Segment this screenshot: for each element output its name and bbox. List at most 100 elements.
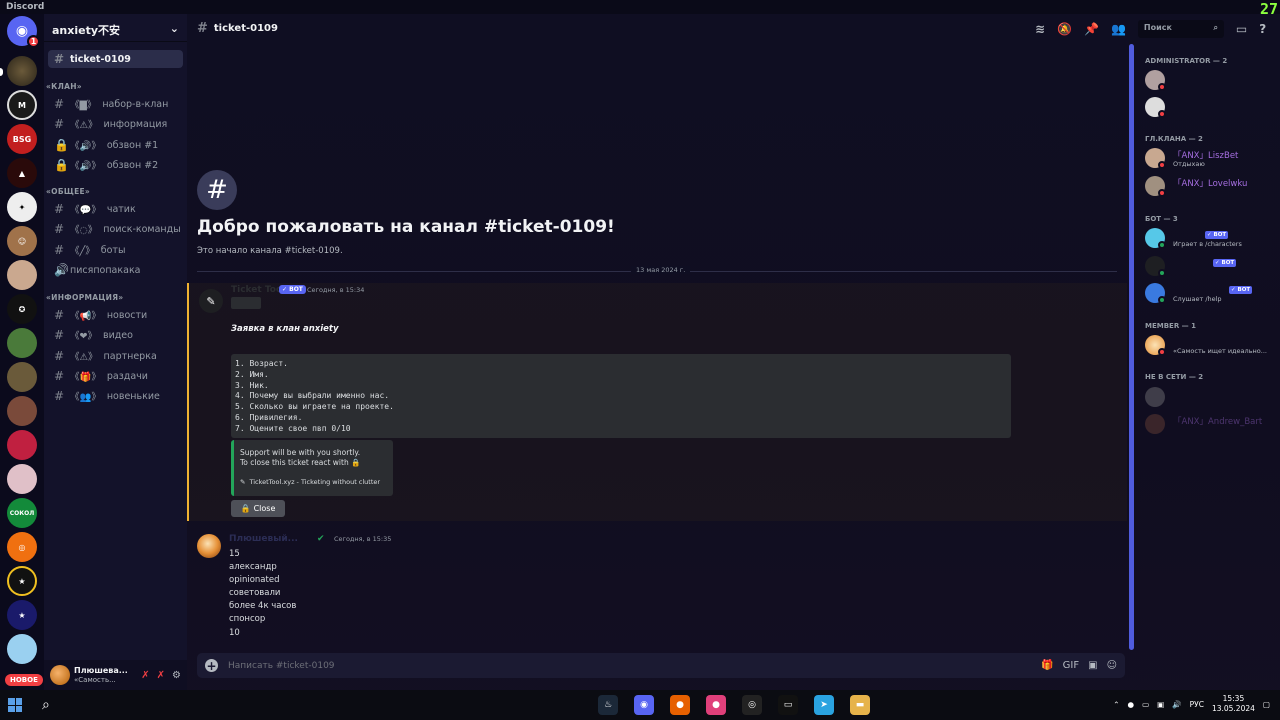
headphones-muted-icon[interactable]: ✗	[157, 670, 165, 681]
server-icon[interactable]	[7, 464, 37, 494]
avatar[interactable]	[50, 665, 70, 685]
mic-muted-icon[interactable]: ✗	[141, 670, 149, 681]
avatar[interactable]	[197, 534, 221, 558]
channel-item[interactable]: # 《▇》 набор-в-клан	[48, 95, 183, 113]
windows-start-icon[interactable]	[8, 698, 22, 712]
chat-area: # ticket-0109 ≋ 🔕 📌 👥 Поиск ⌕ ▭ ? # Добро…	[187, 14, 1266, 690]
language-indicator[interactable]: РУС	[1190, 700, 1204, 709]
home-button[interactable]: ◉ 1	[7, 16, 40, 48]
server-icon[interactable]	[7, 634, 37, 664]
sticker-icon[interactable]: ▣	[1088, 660, 1097, 671]
server-icon[interactable]: ☺	[7, 226, 37, 256]
taskbar: ⌕ ♨ ◉ ● ● ◎ ▭ ➤ ▬ ⌃ ● ▭ ▣ 🔊 РУС 15:35 13.…	[0, 690, 1280, 720]
channel-item[interactable]: # 《⚠》 информация	[48, 115, 183, 133]
close-ticket-button[interactable]: 🔒 Close	[231, 500, 285, 517]
monitor-icon[interactable]: ▭	[1142, 700, 1149, 709]
chat-scrollbar[interactable]	[1129, 44, 1134, 650]
discord-icon[interactable]: ◉	[634, 695, 654, 715]
member-item[interactable]	[1145, 387, 1275, 409]
app-title: Discord	[6, 2, 45, 12]
gear-icon[interactable]: ⚙	[172, 670, 181, 681]
threads-icon[interactable]: ≋	[1035, 22, 1045, 36]
gift-icon[interactable]: 🎁	[1041, 660, 1053, 671]
member-item[interactable]: ✓ BOT Играет в /characters	[1145, 228, 1275, 250]
folder-icon[interactable]: ▬	[850, 695, 870, 715]
help-icon[interactable]: ?	[1259, 22, 1266, 36]
ticket-embed: Support will be with you shortly. To clo…	[231, 440, 393, 496]
clock[interactable]: 15:35 13.05.2024	[1212, 694, 1255, 714]
channel-item[interactable]: 🔒 《🔊》 обзвон #1	[48, 136, 183, 154]
server-icon[interactable]	[7, 396, 37, 426]
volume-icon[interactable]: 🔊	[1172, 700, 1181, 709]
server-name: anxiety不安	[52, 24, 121, 37]
category-clan[interactable]: «КЛАН»	[46, 82, 82, 91]
member-item[interactable]: «Самость ищет идеально...	[1145, 335, 1275, 357]
server-icon[interactable]: ▲	[7, 158, 37, 188]
member-item[interactable]	[1145, 97, 1275, 119]
category-general[interactable]: «ОБЩЕЕ»	[46, 187, 90, 196]
search-input[interactable]: Поиск ⌕	[1137, 20, 1224, 38]
user-panel: Плюшева... «Самость... ✗ ✗ ⚙	[44, 660, 187, 690]
server-icon[interactable]: BSG	[7, 124, 37, 154]
gif-icon[interactable]: GIF	[1063, 660, 1079, 671]
server-icon[interactable]: ✦	[7, 192, 37, 222]
member-item[interactable]: ✓ BOT	[1145, 256, 1275, 278]
discord-window: Discord 27 ◉ 1 M BSG ▲ ✦ ☺ ✪ СОКОЛ ◎ ★ ★ …	[0, 0, 1280, 720]
chevron-down-icon: ⌄	[169, 22, 179, 35]
steam-icon[interactable]: ♨	[598, 695, 618, 715]
member-item[interactable]: 「ANX」LiszBet Отдыхаю	[1145, 148, 1275, 170]
home-badge: 1	[27, 35, 40, 48]
telegram-icon[interactable]: ➤	[814, 695, 834, 715]
message-author[interactable]: Плюшевый...	[229, 534, 298, 544]
chevron-up-icon[interactable]: ⌃	[1113, 700, 1119, 709]
members-icon[interactable]: 👥	[1111, 22, 1126, 36]
pin-icon[interactable]: 📌	[1084, 22, 1099, 36]
server-icon[interactable]	[7, 56, 37, 86]
inbox-icon[interactable]: ▭	[1236, 22, 1247, 36]
message-author[interactable]: Ticket Tool	[231, 285, 285, 295]
terminal-icon[interactable]: ▭	[778, 695, 798, 715]
obs-icon[interactable]: ◎	[742, 695, 762, 715]
message-input[interactable]: + Написать #ticket-0109 🎁 GIF ▣ ☺	[197, 653, 1125, 678]
notifications-icon[interactable]: ▢	[1263, 700, 1270, 709]
app-icon[interactable]: ●	[706, 695, 726, 715]
channel-item[interactable]: # 《❤》 видео	[48, 326, 183, 344]
channel-item[interactable]: # 《👥》 новенькие	[48, 387, 183, 405]
network-icon[interactable]: ▣	[1157, 700, 1164, 709]
hash-icon: #	[197, 170, 237, 210]
channel-item[interactable]: # 《📢》 новости	[48, 306, 183, 324]
firefox-icon[interactable]: ●	[670, 695, 690, 715]
channel-item[interactable]: # 《⚠》 партнерка	[48, 347, 183, 365]
server-header[interactable]: anxiety不安 ⌄	[44, 14, 187, 42]
server-icon[interactable]	[7, 328, 37, 358]
bell-muted-icon[interactable]: 🔕	[1057, 22, 1072, 36]
ticket-icon[interactable]: ✎	[199, 289, 223, 313]
channel-ticket[interactable]: # ticket-0109	[48, 50, 183, 68]
server-icon[interactable]	[7, 362, 37, 392]
channel-item[interactable]: # 《◌》 поиск-команды	[48, 220, 183, 238]
channel-item[interactable]: 🔒 《🔊》 обзвон #2	[48, 156, 183, 174]
server-icon[interactable]: ★	[7, 566, 37, 596]
member-item[interactable]	[1145, 70, 1275, 92]
server-icon[interactable]: СОКОЛ	[7, 498, 37, 528]
member-item[interactable]: ✓ BOT Слушает /help	[1145, 283, 1275, 305]
server-icon[interactable]: ✪	[7, 294, 37, 324]
lock-icon: 🔒	[54, 158, 69, 172]
channel-item[interactable]: # 《🎁》 раздачи	[48, 367, 183, 385]
add-attachment-icon[interactable]: +	[205, 659, 218, 673]
emoji-icon[interactable]: ☺	[1107, 660, 1117, 671]
server-rail: ◉ 1 M BSG ▲ ✦ ☺ ✪ СОКОЛ ◎ ★ ★ НОВОЕ	[0, 14, 44, 690]
category-info[interactable]: «ИНФОРМАЦИЯ»	[46, 293, 123, 302]
channel-item[interactable]: # 《╱》 боты	[48, 241, 183, 259]
server-icon[interactable]	[7, 430, 37, 460]
channel-item[interactable]: # 《💬》 чатик	[48, 200, 183, 218]
search-icon[interactable]: ⌕	[42, 697, 50, 713]
server-icon[interactable]: ◎	[7, 532, 37, 562]
member-item[interactable]: 「ANX」Lovelwku	[1145, 176, 1275, 198]
member-item[interactable]: 「ANX」Andrew_Bart	[1145, 414, 1275, 436]
voice-channel-item[interactable]: 🔊 писяпопакака	[48, 261, 183, 279]
server-icon[interactable]	[7, 260, 37, 290]
server-icon[interactable]: ★	[7, 600, 37, 630]
mic-icon[interactable]: ●	[1128, 700, 1135, 709]
server-icon[interactable]: M	[7, 90, 37, 120]
